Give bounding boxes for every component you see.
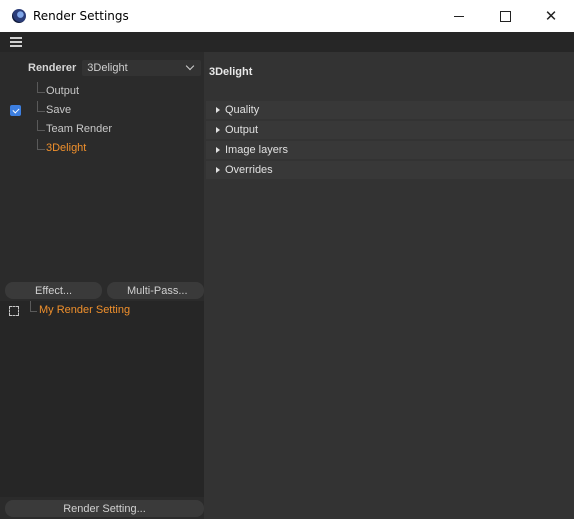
window-title: Render Settings xyxy=(33,9,129,23)
render-settings-list: My Render Setting xyxy=(0,301,204,497)
window-controls: ✕ xyxy=(436,0,574,32)
menu-bar xyxy=(0,32,574,52)
tree-item-save[interactable]: Save xyxy=(0,101,204,120)
effect-button[interactable]: Effect... xyxy=(5,282,102,299)
maximize-button[interactable] xyxy=(482,0,528,32)
triangle-right-icon xyxy=(216,107,220,113)
render-setting-label: My Render Setting xyxy=(39,304,131,316)
tree-item-label: Output xyxy=(46,85,80,97)
tree-item-label: Team Render xyxy=(46,123,113,135)
render-setting-item[interactable]: My Render Setting xyxy=(0,301,204,320)
chevron-down-icon xyxy=(186,61,195,71)
hamburger-menu-icon[interactable] xyxy=(10,37,22,49)
group-label: Quality xyxy=(225,104,260,116)
section-title: 3Delight xyxy=(209,66,253,78)
tree-item-label: 3Delight xyxy=(46,142,87,154)
save-checkbox[interactable] xyxy=(10,105,21,116)
renderer-dropdown[interactable]: 3Delight xyxy=(82,60,202,76)
tree-connector xyxy=(37,120,45,131)
group-output[interactable]: Output xyxy=(206,121,574,139)
renderer-row: Renderer 3Delight xyxy=(28,60,202,76)
group-quality[interactable]: Quality xyxy=(206,101,574,119)
multi-pass-button[interactable]: Multi-Pass... xyxy=(107,282,204,299)
triangle-right-icon xyxy=(216,127,220,133)
tree-item-output[interactable]: Output xyxy=(0,82,204,101)
close-button[interactable]: ✕ xyxy=(528,0,574,32)
title-bar: Render Settings ✕ xyxy=(0,0,574,32)
renderer-selected-value: 3Delight xyxy=(87,62,128,74)
attributes-panel: 3Delight Quality Output Image layers Ove… xyxy=(204,52,574,519)
settings-tree: Output Save Team Render 3Delight xyxy=(0,82,204,158)
group-overrides[interactable]: Overrides xyxy=(206,161,574,179)
render-setting-icon xyxy=(9,306,19,316)
tree-connector xyxy=(37,82,45,93)
tree-item-label: Save xyxy=(46,104,72,116)
group-label: Output xyxy=(225,124,259,136)
tree-item-team-render[interactable]: Team Render xyxy=(0,120,204,139)
tree-connector xyxy=(30,301,37,312)
group-image-layers[interactable]: Image layers xyxy=(206,141,574,159)
close-icon: ✕ xyxy=(544,8,558,25)
cinema4d-app-icon xyxy=(12,9,26,23)
triangle-right-icon xyxy=(216,167,220,173)
triangle-right-icon xyxy=(216,147,220,153)
parameter-groups: Quality Output Image layers Overrides xyxy=(206,101,574,181)
minimize-icon xyxy=(454,15,464,17)
render-setting-button[interactable]: Render Setting... xyxy=(5,500,204,517)
left-panel: Renderer 3Delight Output Save Team Rende… xyxy=(0,52,204,519)
maximize-icon xyxy=(499,10,511,22)
tree-item-3delight[interactable]: 3Delight xyxy=(0,139,204,158)
renderer-label: Renderer xyxy=(28,62,77,74)
group-label: Overrides xyxy=(225,164,273,176)
group-label: Image layers xyxy=(225,144,288,156)
tree-connector xyxy=(37,139,45,150)
minimize-button[interactable] xyxy=(436,0,482,32)
tree-connector xyxy=(37,101,45,112)
